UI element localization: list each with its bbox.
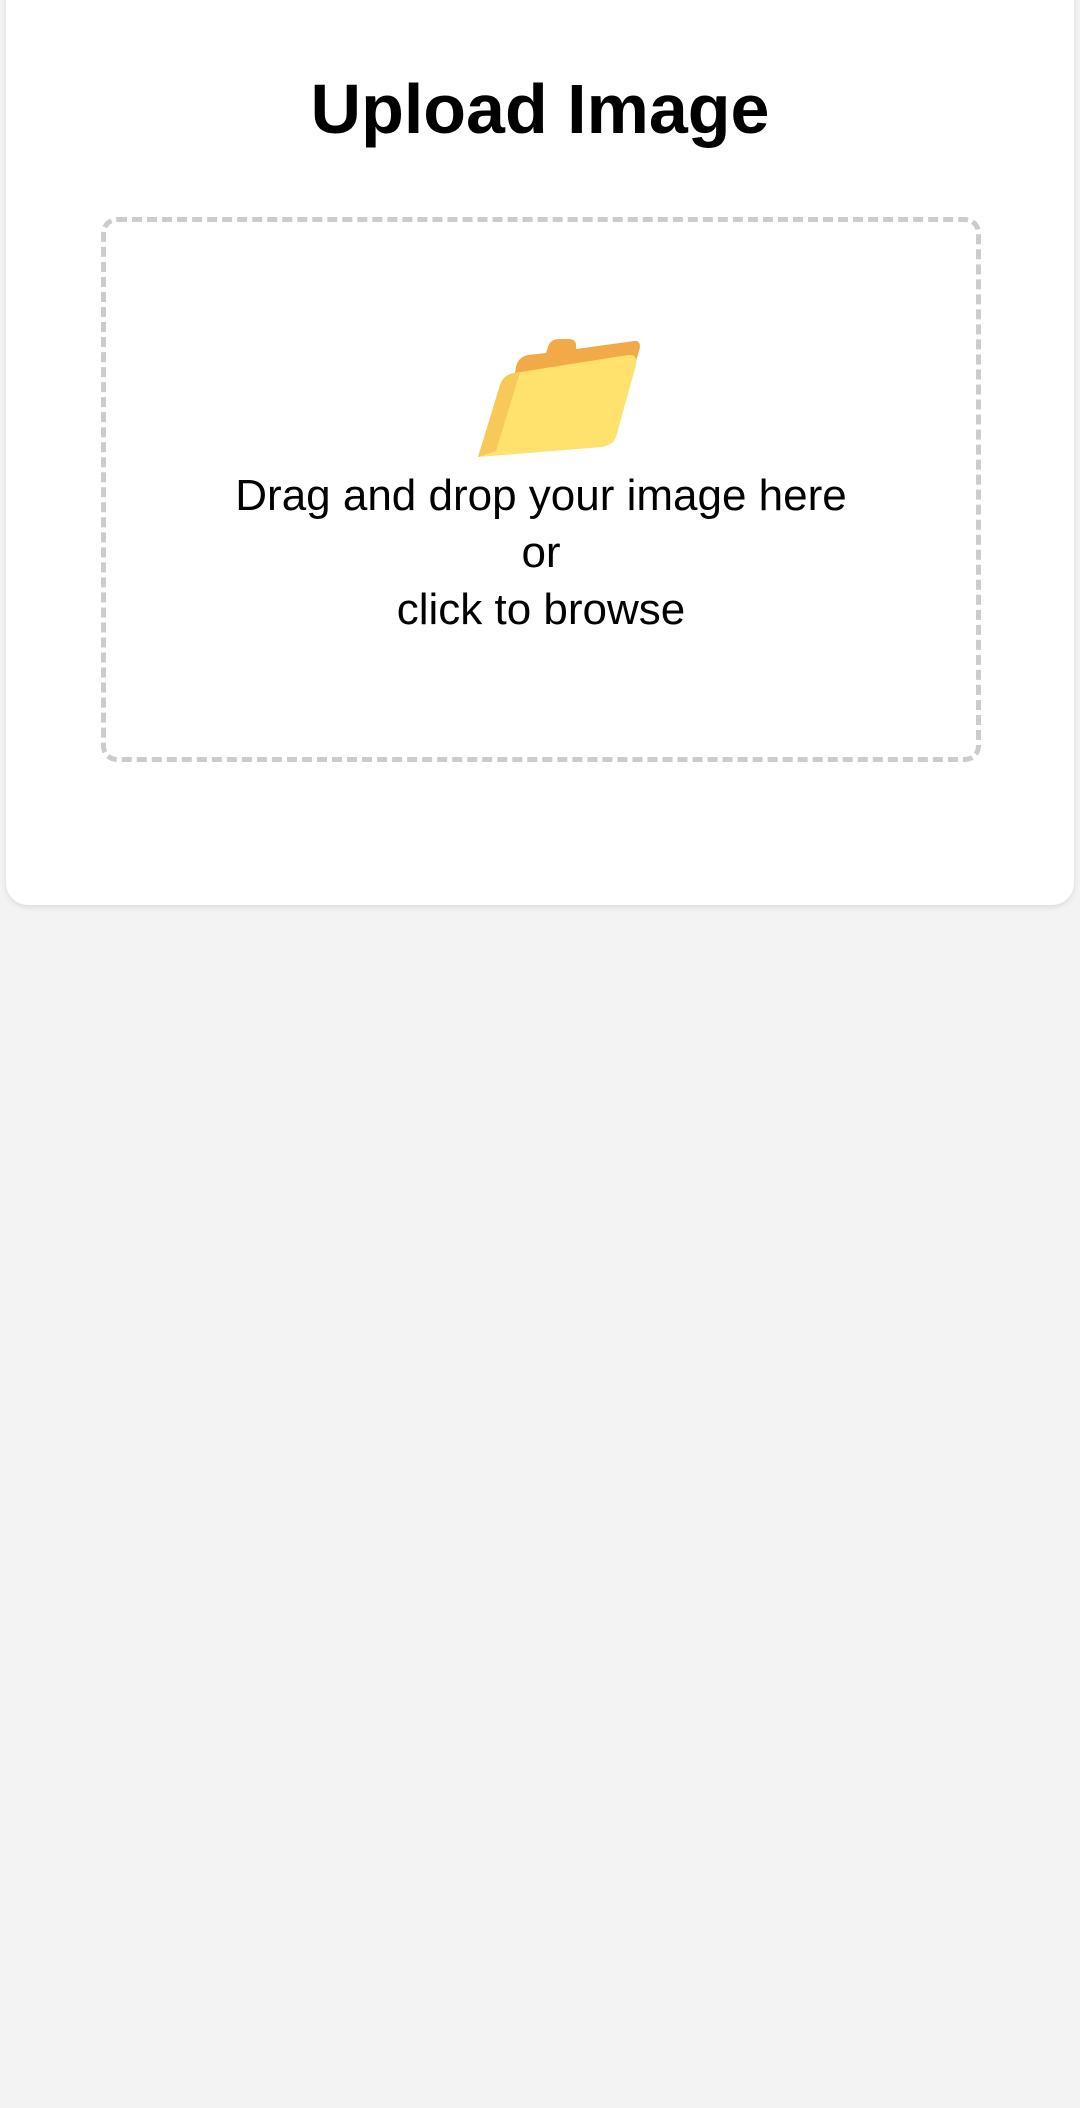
folder-icon xyxy=(478,339,640,457)
image-dropzone[interactable]: Drag and drop your image here or click t… xyxy=(101,217,981,762)
upload-card: Upload Image Drag and drop your image he… xyxy=(6,0,1074,905)
browse-link[interactable]: click to browse xyxy=(106,581,976,638)
or-text: or xyxy=(521,528,561,577)
dropzone-instructions: Drag and drop your image here or click t… xyxy=(106,467,976,638)
page-title: Upload Image xyxy=(310,70,770,148)
drag-drop-text: Drag and drop your image here xyxy=(235,471,847,520)
